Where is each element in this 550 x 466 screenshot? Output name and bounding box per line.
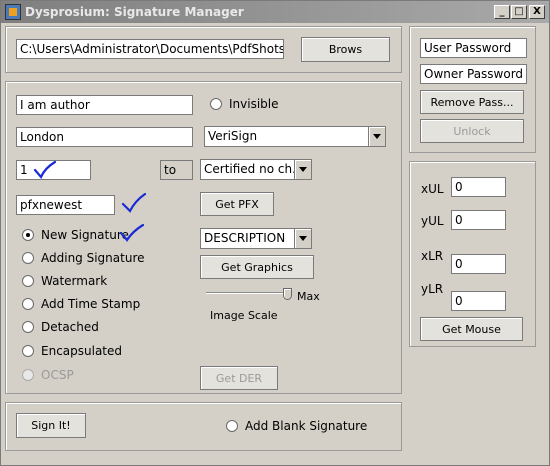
author-field[interactable]: I am author	[16, 95, 193, 115]
get-graphics-button[interactable]: Get Graphics	[200, 255, 314, 279]
checkmark-icon	[33, 160, 57, 180]
app-icon	[5, 4, 21, 20]
radio-label: Encapsulated	[41, 344, 123, 358]
ylr-label: yLR	[421, 282, 444, 296]
radio-indicator	[22, 252, 34, 264]
radio-new-signature[interactable]: New Signature	[22, 227, 129, 243]
invisible-radio[interactable]: Invisible	[210, 96, 279, 112]
image-scale-label: Image Scale	[210, 309, 278, 322]
certification-value: Certified no ch...	[204, 162, 304, 176]
radio-label: OCSP	[41, 368, 74, 382]
chevron-down-icon[interactable]	[368, 127, 385, 146]
invisible-label: Invisible	[229, 97, 279, 111]
provider-dropdown[interactable]: VeriSign	[204, 126, 386, 147]
image-scale-slider-track[interactable]	[206, 292, 286, 294]
signature-manager-window: Dysprosium: Signature Manager _ □ X C:\U…	[0, 0, 550, 466]
radio-indicator	[22, 321, 34, 333]
graphic-mode-value: DESCRIPTION	[204, 231, 286, 245]
radio-watermark[interactable]: Watermark	[22, 273, 107, 289]
radio-indicator	[22, 369, 34, 381]
radio-label: Add Time Stamp	[41, 297, 141, 311]
radio-ocsp: OCSP	[22, 367, 74, 383]
sign-it-button[interactable]: Sign It!	[16, 413, 86, 438]
get-pfx-button[interactable]: Get PFX	[200, 192, 274, 216]
location-field[interactable]: London	[16, 127, 193, 147]
page-to-field[interactable]: to	[160, 160, 193, 180]
ylr-field[interactable]: 0	[451, 291, 506, 311]
yul-label: yUL	[421, 214, 444, 228]
checkmark-icon	[121, 192, 147, 213]
owner-password-field[interactable]: Owner Password	[420, 64, 527, 84]
radio-encapsulated[interactable]: Encapsulated	[22, 343, 122, 359]
radio-label: New Signature	[41, 228, 129, 242]
xlr-label: xLR	[421, 249, 444, 263]
radio-indicator	[226, 420, 238, 432]
chevron-down-icon[interactable]	[294, 160, 311, 179]
radio-indicator	[22, 275, 34, 287]
maximize-button[interactable]: □	[511, 5, 527, 19]
add-blank-signature-label: Add Blank Signature	[245, 419, 368, 433]
radio-indicator	[22, 229, 34, 241]
radio-label: Adding Signature	[41, 251, 145, 265]
unlock-button: Unlock	[420, 119, 524, 143]
checkmark-icon	[119, 223, 145, 242]
radio-indicator	[22, 345, 34, 357]
radio-adding-signature[interactable]: Adding Signature	[22, 250, 145, 266]
xul-label: xUL	[421, 182, 444, 196]
radio-add-time-stamp[interactable]: Add Time Stamp	[22, 296, 140, 312]
get-der-button: Get DER	[200, 366, 278, 390]
page-to-label: to	[164, 163, 177, 177]
graphic-mode-dropdown[interactable]: DESCRIPTION	[200, 228, 312, 249]
window-title: Dysprosium: Signature Manager	[25, 5, 244, 19]
xlr-field[interactable]: 0	[451, 254, 506, 274]
radio-indicator	[22, 298, 34, 310]
certification-dropdown[interactable]: Certified no ch...	[200, 159, 312, 180]
radio-detached[interactable]: Detached	[22, 319, 99, 335]
yul-field[interactable]: 0	[451, 210, 506, 230]
add-blank-signature-radio[interactable]: Add Blank Signature	[226, 418, 367, 434]
pfx-name-field[interactable]: pfxnewest	[16, 195, 115, 215]
chevron-down-icon[interactable]	[294, 229, 311, 248]
minimize-button[interactable]: _	[494, 5, 510, 19]
browse-button[interactable]: Brows	[301, 37, 390, 62]
image-scale-slider-thumb[interactable]	[283, 288, 292, 300]
user-password-field[interactable]: User Password	[420, 38, 527, 58]
radio-label: Watermark	[41, 274, 108, 288]
close-button[interactable]: X	[529, 5, 545, 19]
radio-indicator	[210, 98, 222, 110]
radio-label: Detached	[41, 320, 99, 334]
xul-field[interactable]: 0	[451, 177, 506, 197]
title-bar: Dysprosium: Signature Manager _ □ X	[1, 1, 549, 23]
max-label: Max	[297, 290, 320, 303]
get-mouse-button[interactable]: Get Mouse	[420, 317, 523, 341]
provider-value: VeriSign	[208, 129, 258, 143]
remove-password-button[interactable]: Remove Pass...	[420, 90, 524, 114]
file-path-field[interactable]: C:\Users\Administrator\Documents\PdfShot…	[16, 39, 284, 59]
